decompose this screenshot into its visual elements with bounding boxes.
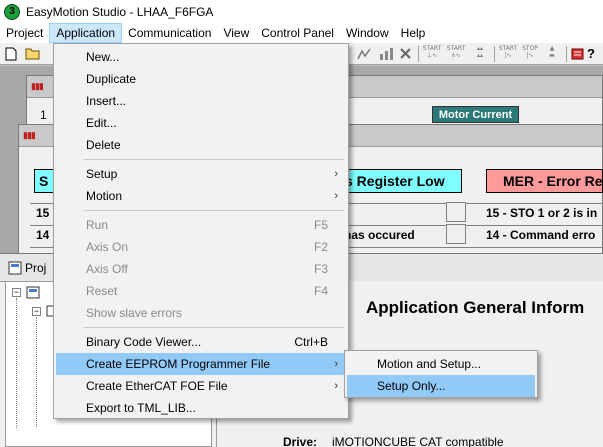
menu-window[interactable]: Window [340,23,395,43]
programmer-icon[interactable] [570,45,584,62]
menu-item-create-eeprom-programmer-file[interactable]: Create EEPROM Programmer File › [56,353,346,375]
submenu-item-motion-and-setup[interactable]: Motion and Setup... [347,353,535,375]
menu-item-binary-code-viewer[interactable]: Binary Code Viewer... Ctrl+B [56,331,346,353]
register-low-header: s Register Low [340,169,462,193]
start-motion-icon[interactable]: START ∧∿ [446,45,466,62]
menu-item-delete[interactable]: Delete [56,134,346,156]
submenu-arrow-icon: › [334,380,338,392]
row-14-text: has occured [344,228,415,242]
stop-x-icon[interactable] [396,45,414,62]
row-15-number: 15 [36,206,50,220]
project-window-title: Proj [25,260,47,275]
window-chart-icon: ▮▮▮ [23,130,36,140]
mer-header: MER - Error Re [486,169,603,193]
tree-collapse-icon[interactable]: − [12,288,21,297]
submenu-item-setup-only[interactable]: Setup Only... [347,375,535,397]
monitor-row-number: 1 [40,108,47,122]
menu-item-duplicate[interactable]: Duplicate [56,68,346,90]
menu-item-new[interactable]: New... [56,46,346,68]
menu-help[interactable]: Help [395,23,432,43]
menu-item-reset[interactable]: Reset F4 [56,280,346,302]
drive-value: iMOTIONCUBE CAT compatible [332,435,504,447]
submenu-arrow-icon: › [334,358,338,370]
submenu-arrow-icon: › [334,168,338,180]
register-bit-14 [446,224,466,244]
menu-item-setup[interactable]: Setup › [56,163,346,185]
mer-row-15: 15 - STO 1 or 2 is in [486,206,598,220]
tree-collapse-icon[interactable]: − [32,307,41,316]
project-icon [8,261,22,274]
register-bit-15 [446,202,466,222]
start-log-icon[interactable]: START |∿ [498,45,518,62]
menu-item-show-slave-errors[interactable]: Show slave errors [56,302,346,324]
scope-icon[interactable]: ▲ ▬ [542,45,562,62]
menu-item-axis-on[interactable]: Axis On F2 [56,236,346,258]
motion-icon[interactable] [354,45,374,62]
s-register-header: S [34,169,54,193]
menu-item-export-to-tml-lib[interactable]: Export to TML_LIB... [56,397,346,419]
menu-item-edit[interactable]: Edit... [56,112,346,134]
motor-current-header: Motor Current [432,106,519,123]
eeprom-submenu: Motion and Setup... Setup Only... [344,350,538,398]
row-14-number: 14 [36,228,50,242]
menu-control-panel[interactable]: Control Panel [255,23,340,43]
menu-item-run[interactable]: Run F5 [56,214,346,236]
app-icon: 3 [4,3,20,20]
submenu-arrow-icon: › [334,190,338,202]
help-icon[interactable]: ? [584,45,598,62]
menu-application[interactable]: Application [49,23,123,43]
menu-item-axis-off[interactable]: Axis Off F3 [56,258,346,280]
mer-row-14: 14 - Command erro [486,228,596,242]
start-axis-icon[interactable]: START ⊥∿ [422,45,442,62]
menu-view[interactable]: View [217,23,255,43]
new-file-icon[interactable] [3,45,19,62]
chart-icon[interactable] [376,45,396,62]
menu-communication[interactable]: Communication [122,23,217,43]
application-menu: New... Duplicate Insert... Edit... Delet… [53,43,349,419]
menu-item-insert[interactable]: Insert... [56,90,346,112]
application-info-title: Application General Inform [366,298,585,317]
menu-project[interactable]: Project [0,23,49,43]
window-title: EasyMotion Studio - LHAA_F6FGA [26,4,214,19]
project-node-icon [26,286,40,299]
menu-item-create-ethercat-foe-file[interactable]: Create EtherCAT FOE File › [56,375,346,397]
menu-item-motion[interactable]: Motion › [56,185,346,207]
stop-log-icon[interactable]: STOP |∿ [520,45,540,62]
window-chart-icon: ▮▮▮ [31,81,44,91]
menu-bar: Project Application Communication View C… [0,23,603,43]
tuning-icon[interactable]: ▴▴ ▴▴ [470,45,490,62]
open-folder-icon[interactable] [24,45,42,62]
drive-label: Drive: [283,435,318,447]
title-bar: 3 EasyMotion Studio - LHAA_F6FGA [0,0,603,23]
